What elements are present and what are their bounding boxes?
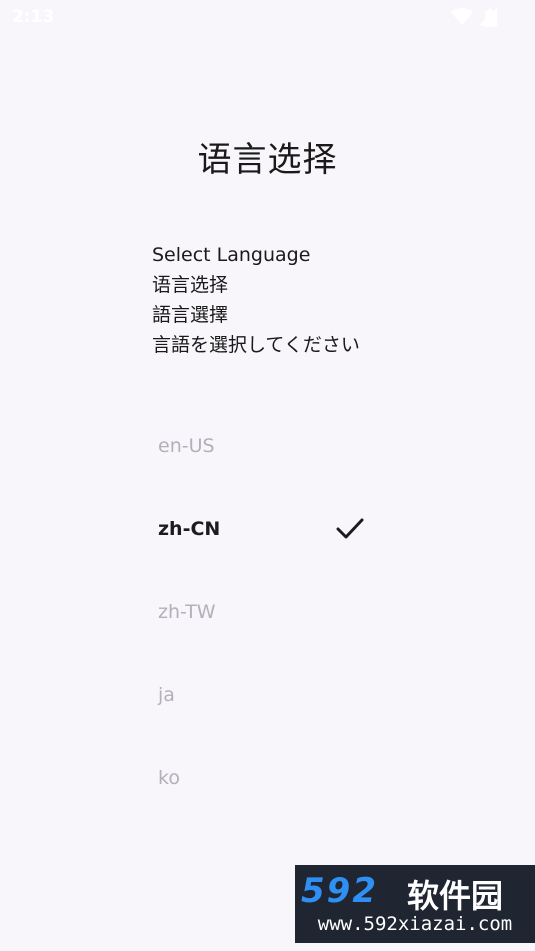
language-label: en-US [158, 434, 215, 457]
prompt-line-simplified-chinese: 语言选择 [152, 274, 229, 296]
status-time: 2:13 [12, 7, 55, 27]
language-list: en-US zh-CN zh-TW ja ko [152, 404, 382, 819]
language-option-zh-cn[interactable]: zh-CN [152, 487, 382, 570]
prompt-line-english: Select Language [152, 244, 311, 266]
status-bar: 2:13 [0, 0, 535, 36]
prompt-line-traditional-chinese: 語言選擇 [152, 304, 229, 326]
language-option-ja[interactable]: ja [152, 653, 382, 736]
language-label: zh-TW [158, 600, 216, 623]
language-label: ja [158, 683, 175, 706]
watermark-logo: 592 软件园 www.592xiazai.com [295, 865, 535, 943]
battery-icon [485, 9, 495, 27]
watermark-number: 592 [301, 871, 378, 911]
language-option-ko[interactable]: ko [152, 736, 382, 819]
watermark-url: www.592xiazai.com [317, 913, 513, 935]
wifi-icon [451, 8, 473, 25]
select-language-prompt: Select Language 语言选择 語言選擇 言語を選択してください [152, 240, 360, 360]
prompt-line-japanese: 言語を選択してください [152, 334, 360, 356]
watermark-brand: 软件园 [407, 877, 504, 915]
language-label: ko [158, 766, 180, 789]
checkmark-icon [336, 518, 364, 538]
language-label: zh-CN [158, 517, 221, 540]
language-option-zh-tw[interactable]: zh-TW [152, 570, 382, 653]
page-title: 语言选择 [197, 140, 338, 180]
language-option-en-us[interactable]: en-US [152, 404, 382, 487]
